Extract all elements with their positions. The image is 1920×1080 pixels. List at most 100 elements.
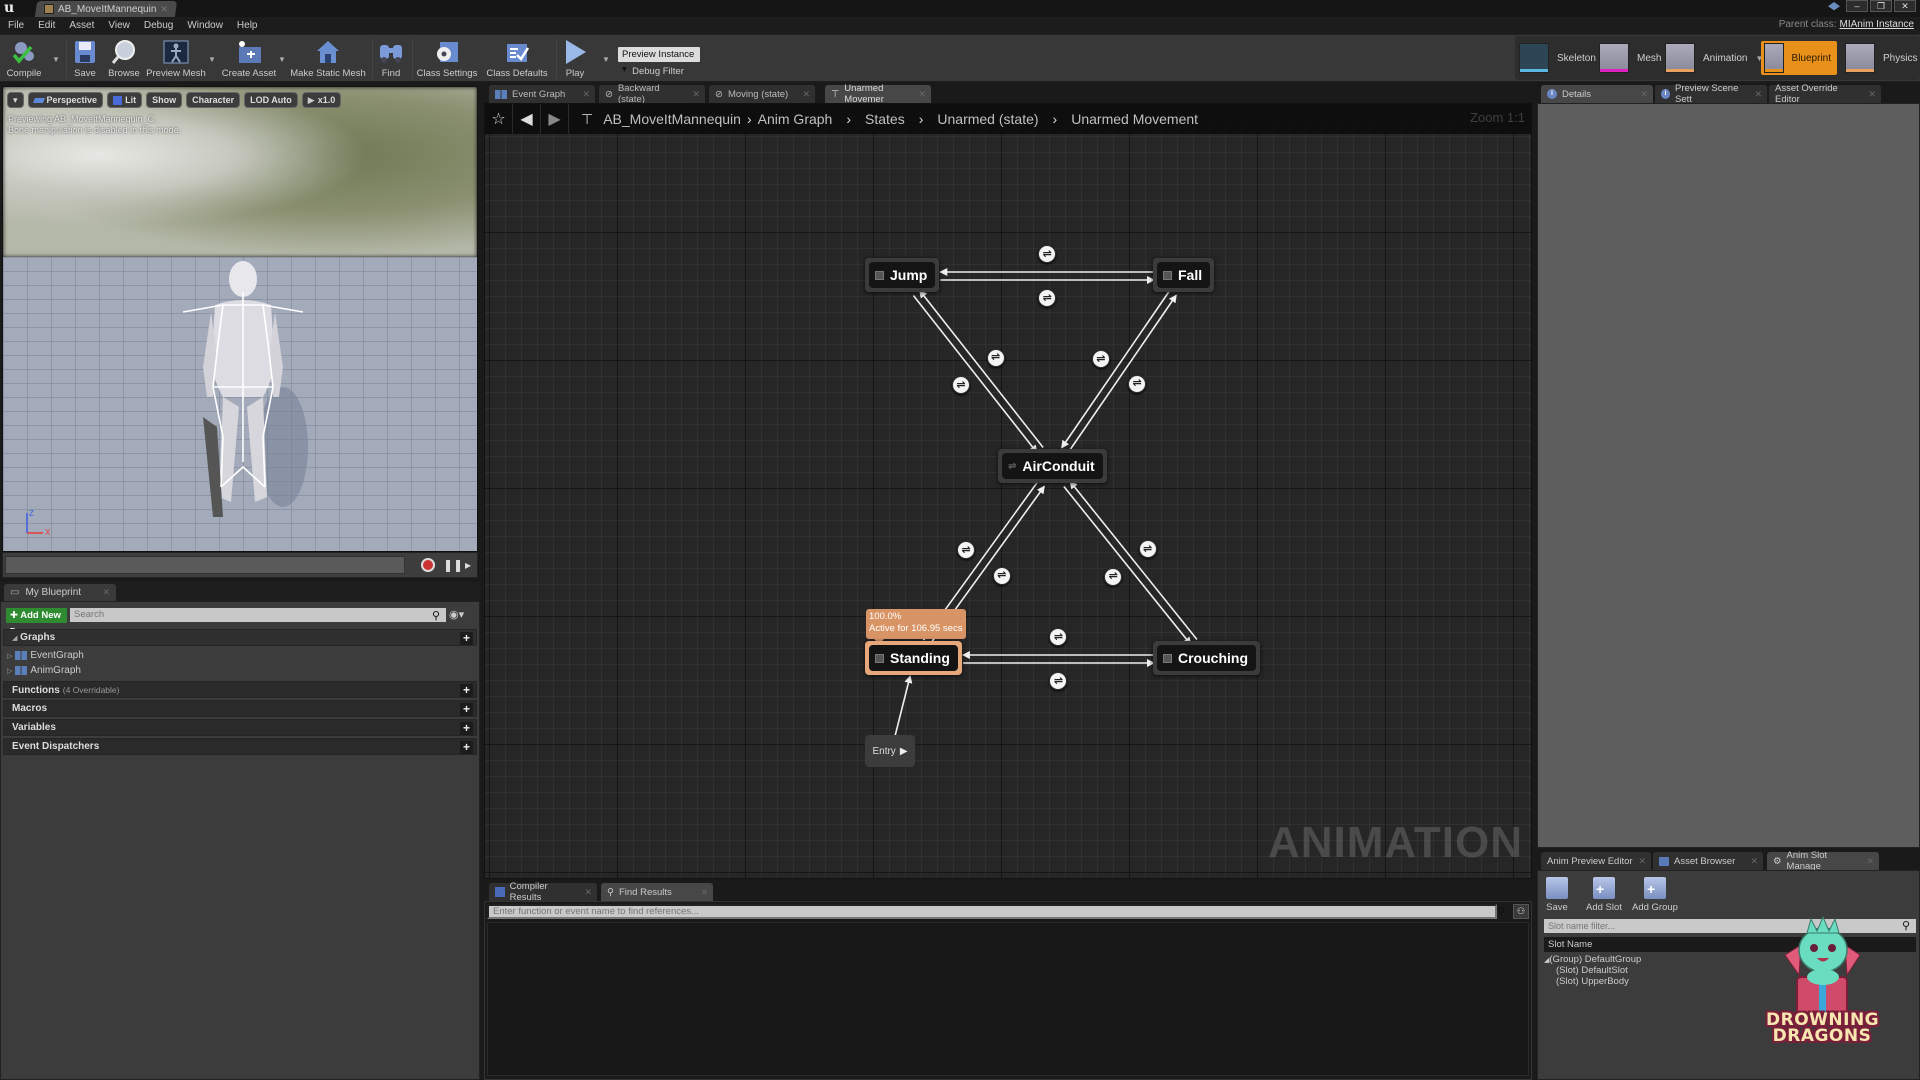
debug-filter-select[interactable]: Preview Instance ▾ xyxy=(618,47,700,75)
transition-wire-airconduit-to-jump[interactable] xyxy=(919,289,1044,449)
variables-category[interactable]: Variables + xyxy=(3,719,477,736)
expand-arrow-icon[interactable]: ▷ xyxy=(7,652,12,660)
my-blueprint-tab[interactable]: ▭ My Blueprint ✕ xyxy=(4,584,116,601)
close-icon[interactable]: ✕ xyxy=(584,887,592,898)
view-options-eye-icon[interactable]: ◉▾ xyxy=(449,608,464,621)
menu-debug[interactable]: Debug xyxy=(144,20,173,31)
state-node-jump[interactable]: Jump xyxy=(865,258,940,292)
save-button[interactable]: Save xyxy=(70,37,100,81)
transition-rule-icon[interactable]: ⇌ xyxy=(986,348,1005,367)
close-icon[interactable]: ✕ xyxy=(1640,89,1648,100)
graph-item-eventgraph[interactable]: ▷ EventGraph xyxy=(7,650,84,661)
transition-wire-jump-to-airconduit[interactable] xyxy=(912,294,1038,454)
transition-wire-airconduit-to-crouching[interactable] xyxy=(1063,486,1192,646)
tab-preview-scene-settings[interactable]: i Preview Scene Sett ✕ xyxy=(1655,83,1767,105)
tab-asset-override-editor[interactable]: Asset Override Editor ✕ xyxy=(1769,83,1881,105)
record-button[interactable] xyxy=(421,558,435,572)
transition-rule-icon[interactable]: ⇌ xyxy=(1104,567,1123,586)
close-icon[interactable]: ✕ xyxy=(102,587,110,598)
perspective-button[interactable]: Perspective xyxy=(27,92,104,108)
functions-category[interactable]: Functions (4 Overridable) + xyxy=(3,681,477,698)
close-window-button[interactable]: ✕ xyxy=(1894,0,1916,12)
close-icon[interactable]: ✕ xyxy=(1866,856,1874,867)
document-tab[interactable]: AB_MoveItMannequin ✕ xyxy=(38,1,174,17)
preview-mesh-dropdown-icon[interactable]: ▼ xyxy=(208,55,216,64)
transition-rule-icon[interactable]: ⇌ xyxy=(951,376,970,395)
minimize-button[interactable]: – xyxy=(1846,0,1868,12)
event-dispatchers-category[interactable]: Event Dispatchers + xyxy=(3,738,477,755)
slot-save-button[interactable]: Save xyxy=(1546,877,1568,913)
graph-item-animgraph[interactable]: ▷ AnimGraph xyxy=(7,665,81,676)
lod-button[interactable]: LOD Auto xyxy=(244,92,298,108)
mode-blueprint[interactable]: Blueprint xyxy=(1761,41,1837,75)
add-dispatcher-button[interactable]: + xyxy=(460,741,473,754)
slot-group-row[interactable]: ◢(Group) DefaultGroup xyxy=(1544,954,1641,965)
state-node-standing[interactable]: Standing xyxy=(865,641,962,675)
compile-dropdown-icon[interactable]: ▼ xyxy=(52,55,60,64)
transition-rule-icon[interactable]: ⇌ xyxy=(1128,374,1147,393)
graphs-category[interactable]: ◢ Graphs + xyxy=(3,629,477,646)
exec-pin-icon[interactable]: ▶ xyxy=(900,746,908,757)
close-icon[interactable]: ✕ xyxy=(1754,89,1762,100)
close-icon[interactable]: ✕ xyxy=(700,887,708,898)
close-icon[interactable]: ✕ xyxy=(802,89,810,100)
menu-edit[interactable]: Edit xyxy=(38,20,55,31)
transition-wire-entry-to-standing[interactable] xyxy=(894,675,913,737)
show-button[interactable]: Show xyxy=(146,92,183,108)
find-references-input[interactable] xyxy=(487,904,1497,919)
make-static-mesh-button[interactable]: Make Static Mesh xyxy=(290,37,366,81)
add-macro-button[interactable]: + xyxy=(460,703,473,716)
menu-help[interactable]: Help xyxy=(237,20,258,31)
compile-button[interactable]: Compile xyxy=(4,37,44,81)
tab-unarmed-movement[interactable]: ⊤ Unarmed Movemer ✕ xyxy=(825,83,931,105)
slot-row[interactable]: (Slot) DefaultSlot xyxy=(1556,965,1628,976)
transition-wire-fall-to-airconduit[interactable] xyxy=(1061,290,1171,449)
mode-animation[interactable]: Animation ▼ xyxy=(1665,41,1769,75)
menu-window[interactable]: Window xyxy=(187,20,223,31)
tab-find-results[interactable]: ⚲ Find Results ✕ xyxy=(601,883,713,901)
transition-rule-icon[interactable]: ⇌ xyxy=(992,566,1011,585)
preview-viewport[interactable]: ▾ Perspective Lit Show Character LOD Aut… xyxy=(2,86,478,552)
add-graph-button[interactable]: + xyxy=(460,632,473,645)
create-asset-button[interactable]: Create Asset xyxy=(220,37,278,81)
learn-cap-icon[interactable] xyxy=(1828,2,1840,11)
class-settings-button[interactable]: Class Settings xyxy=(416,37,478,81)
entry-node[interactable]: Entry ▶ xyxy=(865,735,915,767)
tab-compiler-results[interactable]: Compiler Results ✕ xyxy=(489,881,597,903)
timeline-scrubber[interactable] xyxy=(5,556,405,574)
pause-button[interactable]: ❚❚ xyxy=(443,558,463,572)
close-icon[interactable]: ✕ xyxy=(918,89,926,100)
add-group-button[interactable]: + Add Group xyxy=(1632,877,1678,913)
expand-arrow-icon[interactable]: ▷ xyxy=(7,667,12,675)
create-asset-dropdown-icon[interactable]: ▼ xyxy=(278,55,286,64)
play-dropdown-icon[interactable]: ▼ xyxy=(602,55,610,64)
mode-skeleton[interactable]: Skeleton xyxy=(1519,41,1602,75)
transition-rule-icon[interactable]: ⇌ xyxy=(1091,350,1110,369)
add-slot-button[interactable]: + Add Slot xyxy=(1586,877,1622,913)
mode-physics[interactable]: Physics xyxy=(1845,41,1920,75)
tab-details[interactable]: i Details ✕ xyxy=(1541,85,1653,103)
class-defaults-button[interactable]: Class Defaults xyxy=(486,37,548,81)
close-icon[interactable]: ✕ xyxy=(1868,89,1876,100)
lit-button[interactable]: Lit xyxy=(107,92,143,108)
preview-mesh-button[interactable]: Preview Mesh xyxy=(146,37,206,81)
playback-speed-button[interactable]: ▶ x1.0 xyxy=(301,92,342,108)
menu-asset[interactable]: Asset xyxy=(69,20,94,31)
state-node-crouching[interactable]: Crouching xyxy=(1153,641,1260,675)
add-function-button[interactable]: + xyxy=(460,684,473,697)
find-in-all-blueprints-button[interactable]: ⚇ xyxy=(1513,904,1529,919)
close-icon[interactable]: ✕ xyxy=(1638,856,1646,867)
tab-backward-state[interactable]: ⊘ Backward (state) ✕ xyxy=(599,83,705,105)
tab-moving-state[interactable]: ⊘ Moving (state) ✕ xyxy=(709,85,815,103)
tab-anim-preview-editor[interactable]: Anim Preview Editor ✕ xyxy=(1541,852,1651,870)
conduit-node-airconduit[interactable]: ⇌ AirConduit xyxy=(998,449,1107,483)
mode-mesh[interactable]: Mesh xyxy=(1599,41,1667,75)
menu-file[interactable]: File xyxy=(8,20,24,31)
browse-button[interactable]: Browse xyxy=(106,37,142,81)
close-icon[interactable]: ✕ xyxy=(692,89,700,100)
state-node-fall[interactable]: Fall xyxy=(1153,258,1215,292)
transition-wire-airconduit-to-fall[interactable] xyxy=(1067,294,1177,453)
viewport-options-button[interactable]: ▾ xyxy=(7,92,24,108)
transition-wire-crouching-to-airconduit[interactable] xyxy=(1069,480,1198,640)
close-icon[interactable]: ✕ xyxy=(160,4,168,15)
